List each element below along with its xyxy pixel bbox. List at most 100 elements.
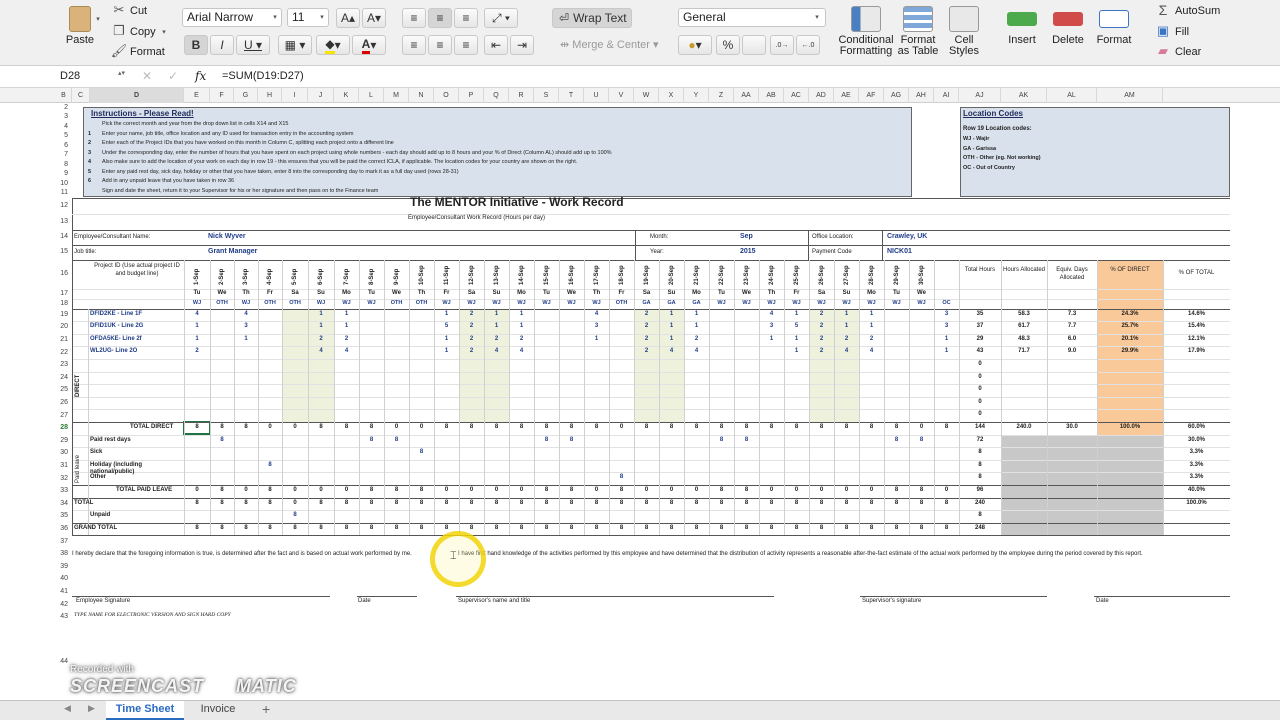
hours-cell[interactable]: 0: [282, 424, 308, 430]
hours-cell[interactable]: 1: [234, 336, 258, 342]
orientation-button[interactable]: ⤢ ▾: [484, 8, 518, 28]
hours-cell[interactable]: 2: [459, 323, 484, 329]
chevron-down-icon[interactable]: ▾: [160, 26, 168, 38]
hours-cell[interactable]: 8: [559, 525, 584, 531]
column-header[interactable]: N: [409, 88, 434, 103]
hours-cell[interactable]: 4: [684, 348, 709, 354]
row-header[interactable]: 7: [56, 151, 68, 158]
hours-cell[interactable]: 8: [609, 474, 634, 480]
hours-cell[interactable]: 8: [634, 525, 659, 531]
hours-cell[interactable]: 8: [434, 500, 459, 506]
hours-cell[interactable]: 1: [434, 348, 459, 354]
hours-cell[interactable]: 4: [659, 348, 684, 354]
hours-cell[interactable]: 8: [308, 424, 334, 430]
hours-cell[interactable]: 8: [684, 424, 709, 430]
hours-cell[interactable]: 8: [759, 424, 784, 430]
hours-cell[interactable]: 8: [384, 525, 409, 531]
column-header[interactable]: AE: [834, 88, 859, 103]
hours-cell[interactable]: 0: [484, 487, 509, 493]
hours-cell[interactable]: 1: [784, 311, 809, 317]
location-code-cell[interactable]: GA: [634, 300, 659, 306]
hours-cell[interactable]: 2: [634, 348, 659, 354]
column-header[interactable]: AM: [1097, 88, 1163, 103]
hours-cell[interactable]: 2: [509, 336, 534, 342]
hours-cell[interactable]: 3: [759, 323, 784, 329]
row-header[interactable]: 35: [56, 512, 68, 519]
increase-font-button[interactable]: A▴: [336, 8, 360, 28]
align-top-button[interactable]: ≡: [402, 8, 426, 28]
location-code-cell[interactable]: OC: [934, 300, 959, 306]
hours-cell[interactable]: 4: [308, 348, 334, 354]
column-header[interactable]: F: [210, 88, 234, 103]
currency-button[interactable]: ● ▾: [678, 35, 712, 55]
column-header[interactable]: Q: [484, 88, 509, 103]
hours-cell[interactable]: 8: [609, 500, 634, 506]
location-code-cell[interactable]: WJ: [334, 300, 359, 306]
hours-cell[interactable]: 2: [634, 323, 659, 329]
comma-button[interactable]: [742, 35, 766, 55]
hours-cell[interactable]: 8: [384, 500, 409, 506]
column-header[interactable]: I: [282, 88, 308, 103]
hours-cell[interactable]: 8: [234, 525, 258, 531]
project-name-cell[interactable]: OFDA5KE- Line 2f: [90, 336, 142, 342]
column-header[interactable]: O: [434, 88, 459, 103]
hours-cell[interactable]: 1: [334, 311, 359, 317]
hours-cell[interactable]: 2: [634, 336, 659, 342]
row-header[interactable]: 44: [56, 658, 68, 665]
conditional-formatting-button[interactable]: Conditional Formatting: [838, 6, 894, 57]
hours-cell[interactable]: 2: [859, 336, 884, 342]
hours-cell[interactable]: 8: [759, 525, 784, 531]
row-header[interactable]: 29: [56, 437, 68, 444]
row-header[interactable]: 22: [56, 349, 68, 356]
insert-button[interactable]: Insert: [1002, 6, 1042, 46]
hours-cell[interactable]: 8: [534, 424, 559, 430]
hours-cell[interactable]: 1: [434, 336, 459, 342]
location-code-cell[interactable]: OTH: [409, 300, 434, 306]
row-header[interactable]: 41: [56, 588, 68, 595]
hours-cell[interactable]: 8: [609, 487, 634, 493]
location-code-cell[interactable]: WJ: [459, 300, 484, 306]
hours-cell[interactable]: 1: [308, 311, 334, 317]
hours-cell[interactable]: 8: [909, 437, 934, 443]
hours-cell[interactable]: 0: [809, 487, 834, 493]
hours-cell[interactable]: 8: [534, 437, 559, 443]
tab-invoice[interactable]: Invoice: [186, 701, 250, 720]
column-header[interactable]: S: [534, 88, 559, 103]
hours-cell[interactable]: 8: [334, 525, 359, 531]
row-header[interactable]: 3: [56, 113, 68, 120]
column-header[interactable]: D: [90, 88, 184, 103]
hours-cell[interactable]: 8: [659, 424, 684, 430]
hours-cell[interactable]: 8: [859, 424, 884, 430]
hours-cell[interactable]: 8: [634, 500, 659, 506]
hours-cell[interactable]: 1: [859, 311, 884, 317]
hours-cell[interactable]: 8: [934, 424, 959, 430]
column-header[interactable]: H: [258, 88, 282, 103]
hours-cell[interactable]: 4: [334, 348, 359, 354]
hours-cell[interactable]: 2: [459, 336, 484, 342]
column-header[interactable]: J: [308, 88, 334, 103]
hours-cell[interactable]: 1: [934, 348, 959, 354]
column-header[interactable]: P: [459, 88, 484, 103]
row-header[interactable]: 6: [56, 142, 68, 149]
number-format-select[interactable]: General: [678, 8, 826, 27]
hours-cell[interactable]: 1: [334, 323, 359, 329]
hours-cell[interactable]: 8: [934, 525, 959, 531]
hours-cell[interactable]: 8: [584, 525, 609, 531]
row-header[interactable]: 27: [56, 412, 68, 419]
hours-cell[interactable]: 1: [184, 336, 210, 342]
hours-cell[interactable]: 1: [659, 323, 684, 329]
location-code-cell[interactable]: WJ: [759, 300, 784, 306]
hours-cell[interactable]: 1: [784, 336, 809, 342]
hours-cell[interactable]: 8: [409, 449, 434, 455]
copy-button[interactable]: Copy: [130, 26, 156, 38]
align-middle-button[interactable]: ≡: [428, 8, 452, 28]
italic-button[interactable]: I: [210, 35, 234, 55]
column-header[interactable]: V: [609, 88, 634, 103]
location-code-cell[interactable]: OTH: [384, 300, 409, 306]
autosum-button[interactable]: AutoSum: [1175, 5, 1220, 17]
hours-cell[interactable]: 4: [509, 348, 534, 354]
hours-cell[interactable]: 0: [282, 500, 308, 506]
hours-cell[interactable]: 4: [234, 311, 258, 317]
row-header[interactable]: 42: [56, 601, 68, 608]
row-header[interactable]: 19: [56, 311, 68, 318]
